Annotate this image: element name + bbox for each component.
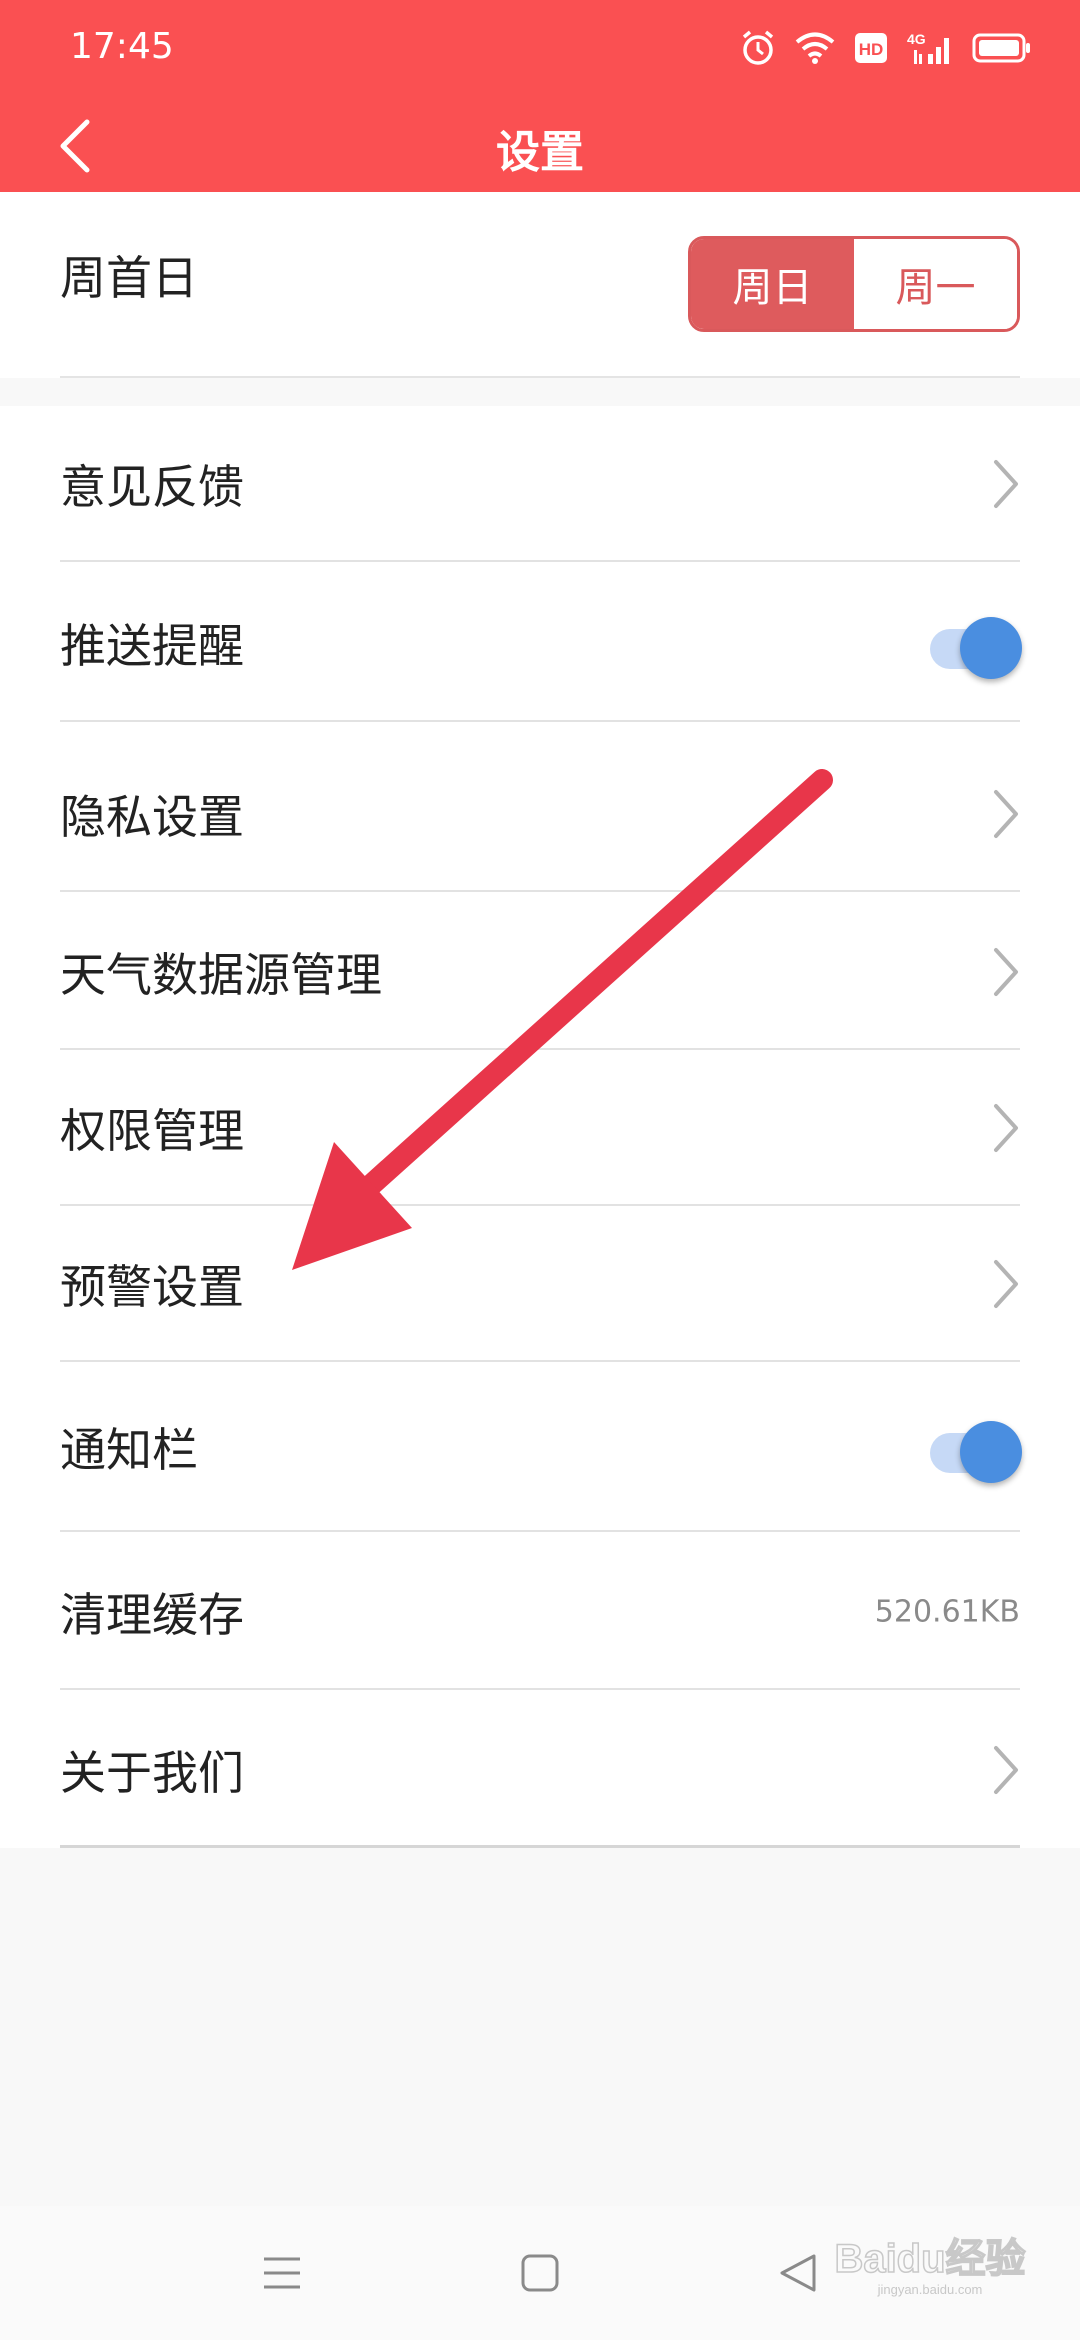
settings-item-label: 隐私设置 [60,790,244,844]
divider [60,1688,1020,1690]
divider [60,1530,1020,1532]
page-title: 设置 [496,127,584,178]
alarm-icon [740,29,776,67]
home-icon [521,2254,559,2292]
divider [60,720,1020,722]
divider [60,560,1020,562]
settings-item-feedback[interactable]: 意见反馈 [0,406,1080,562]
chevron-right-icon [994,1104,1018,1152]
settings-item-label: 权限管理 [60,1104,244,1158]
settings-item-label: 推送提醒 [60,619,244,673]
push-reminder-toggle[interactable] [922,611,1022,679]
svg-text:HD: HD [859,40,884,59]
back-triangle-icon [780,2254,816,2292]
settings-item-push-reminder: 推送提醒 [0,564,1080,722]
hd-icon: HD [854,32,888,64]
settings-item-about[interactable]: 关于我们 [0,1692,1080,1848]
divider [60,376,1020,378]
svg-text:4G: 4G [907,31,926,47]
settings-item-label: 关于我们 [60,1746,244,1800]
toggle-knob [960,617,1022,679]
notification-bar-toggle[interactable] [922,1415,1022,1483]
chevron-right-icon [994,1746,1018,1794]
nav-menu-button[interactable] [222,2206,342,2340]
settings-item-label: 意见反馈 [60,460,244,514]
divider [60,1845,1020,1848]
divider [60,890,1020,892]
settings-item-warning[interactable]: 预警设置 [0,1206,1080,1362]
baidu-watermark: Baidu经验 jingyan.baidu.com [834,2236,1027,2297]
svg-text:Baidu经验: Baidu经验 [834,2237,1025,2281]
chevron-right-icon [994,1260,1018,1308]
settings-item-label: 通知栏 [60,1423,198,1477]
settings-item-clear-cache[interactable]: 清理缓存 520.61KB [0,1534,1080,1690]
cache-size-value: 520.61KB [874,1594,1020,1630]
week-start-sunday-button[interactable]: 周日 [691,239,854,329]
menu-icon [264,2257,300,2289]
chevron-right-icon [994,460,1018,508]
settings-item-label: 清理缓存 [60,1588,244,1642]
settings-item-permissions[interactable]: 权限管理 [0,1050,1080,1206]
week-start-section: 周首日 周日 周一 [0,192,1080,378]
settings-item-weather-source[interactable]: 天气数据源管理 [0,894,1080,1050]
signal-4g-icon: 4G [906,30,954,66]
chevron-right-icon [994,948,1018,996]
toggle-knob [960,1421,1022,1483]
wifi-icon [794,31,836,65]
settings-item-label: 预警设置 [60,1260,244,1314]
status-time: 17:45 [70,26,174,67]
svg-text:jingyan.baidu.com: jingyan.baidu.com [877,2282,983,2297]
settings-list: 意见反馈 推送提醒 隐私设置 天气数据源管理 权限管理 预警设置 通知栏 清理缓… [0,406,1080,1848]
week-start-label: 周首日 [60,251,198,305]
settings-item-label: 天气数据源管理 [60,948,382,1002]
app-header: 17:45 HD 4G 设置 [0,0,1080,192]
settings-item-notification-bar: 通知栏 [0,1362,1080,1532]
nav-home-button[interactable] [480,2206,600,2340]
week-start-selector: 周日 周一 [688,236,1020,332]
week-start-monday-button[interactable]: 周一 [854,239,1017,329]
battery-icon [972,32,1032,64]
status-icons: HD 4G [740,26,1032,70]
settings-item-privacy[interactable]: 隐私设置 [0,736,1080,892]
chevron-right-icon [994,790,1018,838]
